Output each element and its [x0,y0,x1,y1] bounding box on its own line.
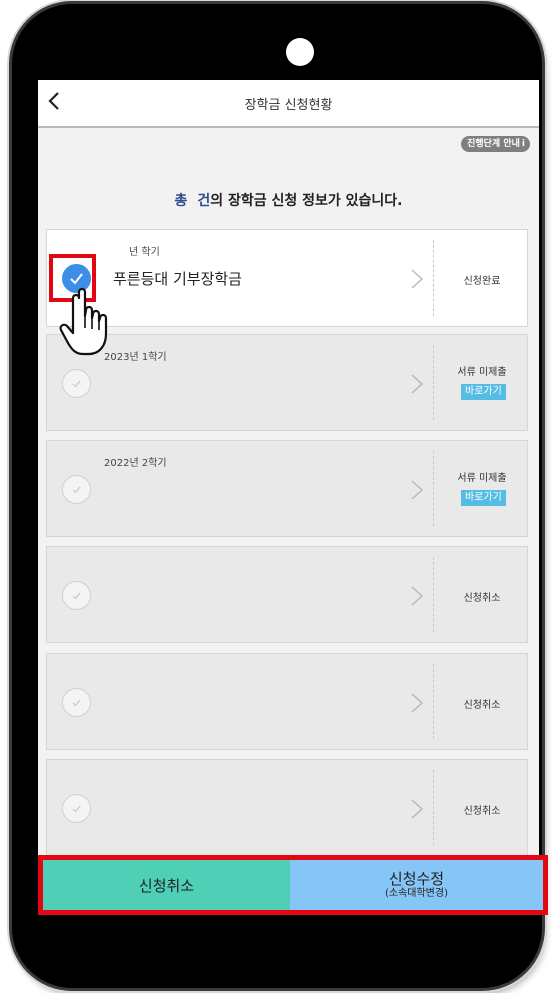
card-period: 2022년 2학기 [104,458,167,469]
divider [433,770,434,845]
edit-application-sublabel: (소속대학변경) [384,887,448,899]
check-icon [72,699,81,707]
status-label: 신청취소 [463,700,501,711]
summary-body: 의 장학금 신청 정보가 있습니다. [210,193,403,209]
card-period: 2023년 1학기 [104,352,167,363]
bottom-action-bar: 신청취소 신청수정 (소속대학변경) [38,855,548,915]
check-icon [72,805,81,813]
app-screen: 장학금 신청현황 진행단계 안내 i 총 건의 장학금 신청 정보가 있습니다. 년… [38,80,539,858]
page-title: 장학금 신청현황 [244,98,333,113]
summary-text: 총 건의 장학금 신청 정보가 있습니다. [38,190,539,210]
edit-application-label: 신청수정 [388,869,445,888]
status-label: 서류 미제출 [457,473,507,484]
status-label: 신청취소 [463,806,501,817]
edit-application-button[interactable]: 신청수정 (소속대학변경) [290,860,543,910]
check-icon [70,273,83,285]
select-checkbox[interactable] [62,369,91,398]
select-checkbox[interactable] [62,264,91,293]
divider [433,451,434,526]
progress-guide-label: 진행단계 안내 [467,139,520,149]
goto-button[interactable]: 바로가기 [461,490,506,506]
divider [433,557,434,632]
application-list: 년 학기 푸른등대 기부장학금 신청완료 2023년 1학기 서류 미제출 바로… [38,229,539,858]
list-item[interactable]: 2022년 2학기 서류 미제출 바로가기 [46,440,528,537]
chevron-right-icon [411,269,424,289]
select-checkbox[interactable] [62,794,91,823]
progress-guide-button[interactable]: 진행단계 안내 i [461,136,530,152]
chevron-right-icon [411,799,424,819]
header: 장학금 신청현황 [38,80,539,128]
chevron-right-icon [411,374,424,394]
check-icon [72,380,81,388]
list-item[interactable]: 년 학기 푸른등대 기부장학금 신청완료 [46,229,528,327]
divider [433,345,434,420]
goto-button[interactable]: 바로가기 [461,384,506,400]
divider [433,240,434,316]
select-checkbox[interactable] [62,688,91,717]
check-icon [72,486,81,494]
summary-count: 건 [197,193,211,209]
camera-dot [286,38,314,66]
divider [433,664,434,739]
list-item[interactable]: 신청취소 [46,653,528,750]
card-period: 년 학기 [129,247,160,258]
chevron-right-icon [411,586,424,606]
select-checkbox[interactable] [62,475,91,504]
summary-prefix: 총 [174,193,188,209]
status-label: 신청취소 [463,593,501,604]
scholarship-name: 푸른등대 기부장학금 [113,270,242,288]
list-item[interactable]: 신청취소 [46,546,528,643]
cancel-application-button[interactable]: 신청취소 [43,860,290,910]
check-icon [72,592,81,600]
select-checkbox[interactable] [62,581,91,610]
chevron-right-icon [411,693,424,713]
guide-row: 진행단계 안내 i [38,128,539,163]
chevron-right-icon [411,480,424,500]
status-label: 서류 미제출 [457,367,507,378]
list-item[interactable]: 2023년 1학기 서류 미제출 바로가기 [46,334,528,431]
info-icon: i [521,139,525,149]
status-label: 신청완료 [463,276,501,287]
list-item[interactable]: 신청취소 [46,759,528,856]
summary-row: 총 건의 장학금 신청 정보가 있습니다. [38,163,539,229]
